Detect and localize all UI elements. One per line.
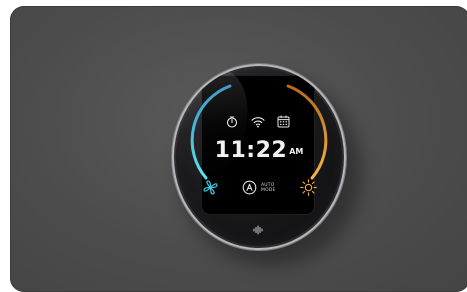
wall-background: 11:22 AM AUTO MODE [10,6,467,292]
mode-label-line2: MODE [261,188,276,193]
calendar-icon[interactable] [277,115,290,128]
wifi-icon[interactable] [251,116,265,128]
clock-ampm: AM [289,147,304,156]
sun-icon[interactable] [300,179,317,196]
fan-icon[interactable] [203,180,218,195]
auto-mode-icon[interactable] [242,180,257,195]
thermostat-device[interactable]: 11:22 AM AUTO MODE [172,64,346,250]
clock-time: 11:22 [214,138,288,163]
mode-label: AUTO MODE [261,183,276,193]
cool-setpoint-arc [190,84,232,180]
clock-display: 11:22 AM [196,138,322,163]
timer-icon[interactable] [226,116,238,128]
voice-icon[interactable] [252,225,264,235]
heat-setpoint-arc [286,84,328,180]
